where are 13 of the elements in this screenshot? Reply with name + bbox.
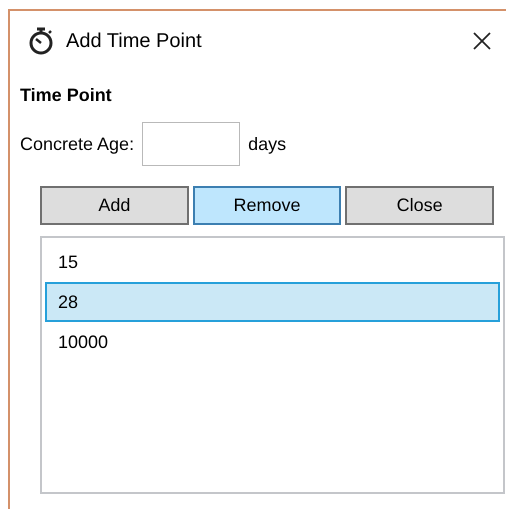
dialog-button[interactable]: Add: [40, 186, 189, 225]
close-icon[interactable]: [472, 31, 492, 51]
list-item[interactable]: 10000: [45, 322, 500, 362]
dialog-button[interactable]: Close: [345, 186, 494, 225]
age-input-field[interactable]: [142, 122, 240, 166]
stopwatch-icon: [28, 27, 54, 55]
group-title: Time Point: [20, 85, 112, 106]
dialog-button[interactable]: Remove: [192, 186, 342, 225]
list-item[interactable]: 15: [45, 242, 500, 282]
unit-label: days: [248, 134, 286, 154]
window-title: Add Time Point: [66, 30, 203, 52]
list-item[interactable]: 28: [45, 282, 500, 322]
field-label: Concrete Age:: [20, 134, 134, 154]
